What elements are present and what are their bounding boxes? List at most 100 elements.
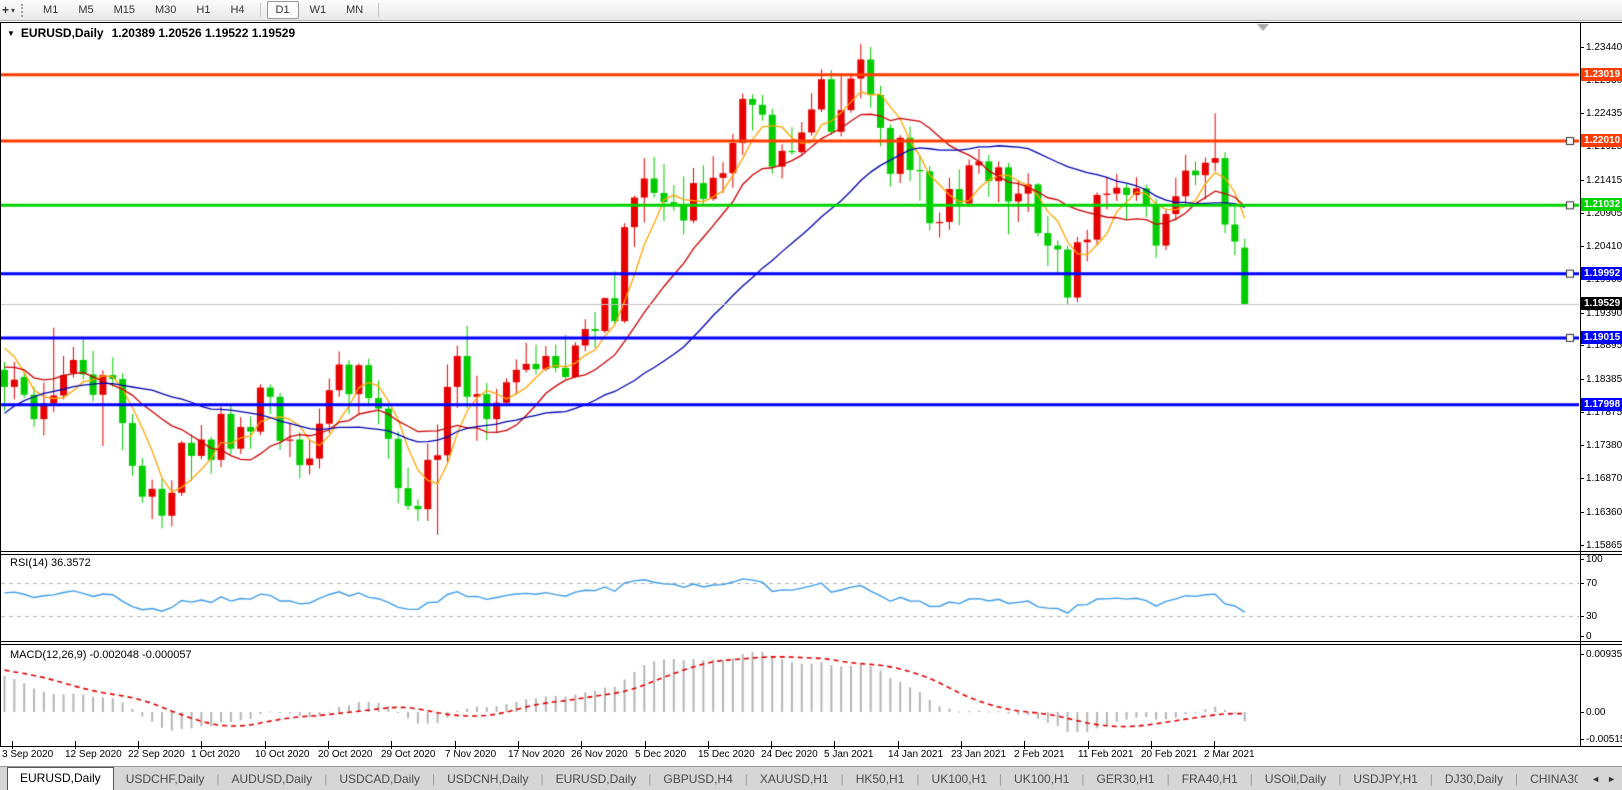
price-tick-mark (1580, 213, 1584, 214)
date-label: 20 Feb 2021 (1141, 749, 1198, 760)
tab-scroll-left-icon[interactable]: ◄ (1591, 774, 1600, 784)
price-tick-label: 1.20410 (1586, 241, 1622, 252)
rsi-indicator-canvas[interactable] (1, 554, 1579, 641)
chart-tab-usdjpy-h1-14[interactable]: USDJPY,H1 (1341, 767, 1429, 790)
date-label: 14 Jan 2021 (888, 749, 944, 760)
timeframe-button-m5[interactable]: M5 (69, 1, 102, 19)
hline-price-tag[interactable]: 1.22010 (1581, 134, 1622, 147)
timeframe-button-m15[interactable]: M15 (105, 1, 144, 19)
timeframe-button-w1[interactable]: W1 (301, 1, 336, 19)
chart-tab-usoil-daily-13[interactable]: USOil,Daily (1253, 767, 1338, 790)
date-tick-mark (708, 741, 709, 749)
tab-scroll-right-icon[interactable]: ► (1607, 774, 1616, 784)
chart-tab-ger30-h1-11[interactable]: GER30,H1 (1085, 767, 1167, 790)
price-tick-label: 1.16360 (1586, 507, 1622, 518)
chart-tab-fra40-h1-12[interactable]: FRA40,H1 (1170, 767, 1250, 790)
hline-price-tag[interactable]: 1.23019 (1581, 68, 1622, 81)
toolbar-separator (378, 3, 380, 17)
rsi-tick-mark (1580, 559, 1584, 560)
timeframe-button-mn[interactable]: MN (337, 1, 372, 19)
date-tick-mark (834, 741, 835, 749)
rsi-tick-label: 0 (1586, 631, 1592, 642)
date-tick-mark (1151, 741, 1152, 749)
timeframe-button-m30[interactable]: M30 (146, 1, 185, 19)
price-tick-label: 1.22435 (1586, 108, 1622, 119)
macd-tick-mark (1580, 712, 1584, 713)
chart-dropdown-icon[interactable]: ▼ (7, 29, 15, 38)
price-tick-mark (1580, 412, 1584, 413)
chart-tab-gbpusd-h4-6[interactable]: GBPUSD,H4 (651, 767, 744, 790)
timeframe-button-d1[interactable]: D1 (266, 1, 299, 19)
chart-tab-usdcad-daily-3[interactable]: USDCAD,Daily (327, 767, 432, 790)
date-tick-mark (138, 741, 139, 749)
chart-tab-xauusd-h1-7[interactable]: XAUUSD,H1 (748, 767, 841, 790)
date-label: 17 Nov 2020 (508, 749, 565, 760)
hline-price-tag[interactable]: 1.17998 (1581, 398, 1622, 411)
chart-tab-bar: EURUSD,Daily USDCHF,Daily | AUDUSD,Daily | US… (0, 766, 1622, 790)
chart-tab-uk100-h1-10[interactable]: UK100,H1 (1002, 767, 1081, 790)
chart-tab-dj30-daily-15[interactable]: DJ30,Daily (1433, 767, 1515, 790)
chart-tab-audusd-daily-2[interactable]: AUDUSD,Daily (220, 767, 325, 790)
price-tick-mark (1580, 445, 1584, 446)
date-label: 23 Jan 2021 (951, 749, 1007, 760)
chart-tab-uk100-h1-9[interactable]: UK100,H1 (920, 767, 999, 790)
rsi-tick-mark (1580, 616, 1584, 617)
macd-label: MACD(12,26,9) -0.002048 -0.000057 (10, 649, 192, 661)
date-tick-mark (455, 741, 456, 749)
rsi-pane-bottom-border[interactable] (0, 641, 1622, 642)
date-tick-mark (328, 741, 329, 749)
main-pane-bottom-border[interactable] (0, 551, 1622, 552)
timeframe-button-m1[interactable]: M1 (34, 1, 67, 19)
hline-price-tag[interactable]: 1.19015 (1581, 331, 1622, 344)
date-tick-mark (898, 741, 899, 749)
timeframe-button-h1[interactable]: H1 (187, 1, 219, 19)
price-tick-mark (1580, 545, 1584, 546)
hline-price-tag[interactable]: 1.19992 (1581, 267, 1622, 280)
rsi-label: RSI(14) 36.3572 (10, 557, 91, 569)
price-tick-mark (1580, 113, 1584, 114)
date-tick-mark (265, 741, 266, 749)
date-label: 12 Sep 2020 (65, 749, 122, 760)
date-tick-mark (518, 741, 519, 749)
date-label: 2 Feb 2021 (1014, 749, 1065, 760)
chart-tab-usdcnh-daily-4[interactable]: USDCNH,Daily (435, 767, 540, 790)
date-tick-mark (75, 741, 76, 749)
price-tick-mark (1580, 478, 1584, 479)
date-label: 2 Mar 2021 (1204, 749, 1255, 760)
macd-indicator-canvas[interactable] (1, 645, 1579, 745)
macd-tick-label: 0.009354 (1586, 649, 1622, 660)
hline-price-tag[interactable]: 1.21032 (1581, 198, 1622, 211)
timeframe-button-h4[interactable]: H4 (221, 1, 253, 19)
price-tick-label: 1.16870 (1586, 473, 1622, 484)
date-tick-mark (1024, 741, 1025, 749)
rsi-tick-mark (1580, 636, 1584, 637)
date-tick-mark (961, 741, 962, 749)
chart-tab-eurusd-daily-0[interactable]: EURUSD,Daily (7, 767, 114, 790)
chart-tab-hk50-h1-8[interactable]: HK50,H1 (844, 767, 917, 790)
macd-tick-mark (1580, 739, 1584, 740)
main-chart-canvas[interactable] (1, 23, 1579, 551)
price-tick-mark (1580, 512, 1584, 513)
price-axis-separator (1580, 22, 1581, 746)
date-tick-mark (771, 741, 772, 749)
date-label: 3 Sep 2020 (2, 749, 54, 760)
date-tick-mark (391, 741, 392, 749)
dropdown-caret-icon: ▾ (11, 5, 16, 15)
toolbar-grip-handle[interactable] (21, 3, 26, 17)
macd-tick-label: 0.00 (1586, 707, 1606, 718)
trading-platform-window: + ▾ M1 M5 M15 M30 H1 H4 D1 W1 MN ▼ EURUSD,Daily … (0, 0, 1622, 790)
date-label: 29 Oct 2020 (381, 749, 436, 760)
tab-scroll-arrows: ◄ ► (1578, 767, 1622, 790)
price-tick-label: 1.15865 (1586, 540, 1622, 551)
chart-tab-usdchf-daily-1[interactable]: USDCHF,Daily (114, 767, 217, 790)
date-label: 26 Nov 2020 (571, 749, 628, 760)
cursor-tool-button[interactable]: + ▾ (2, 1, 15, 19)
date-tick-mark (1214, 741, 1215, 749)
date-tick-mark (201, 741, 202, 749)
chart-tab-eurusd-daily-5[interactable]: EURUSD,Daily (544, 767, 649, 790)
date-tick-mark (12, 741, 13, 749)
macd-tick-label: -0.005156 (1586, 734, 1622, 745)
price-tick-mark (1580, 313, 1584, 314)
date-label: 22 Sep 2020 (128, 749, 185, 760)
date-tick-mark (581, 741, 582, 749)
